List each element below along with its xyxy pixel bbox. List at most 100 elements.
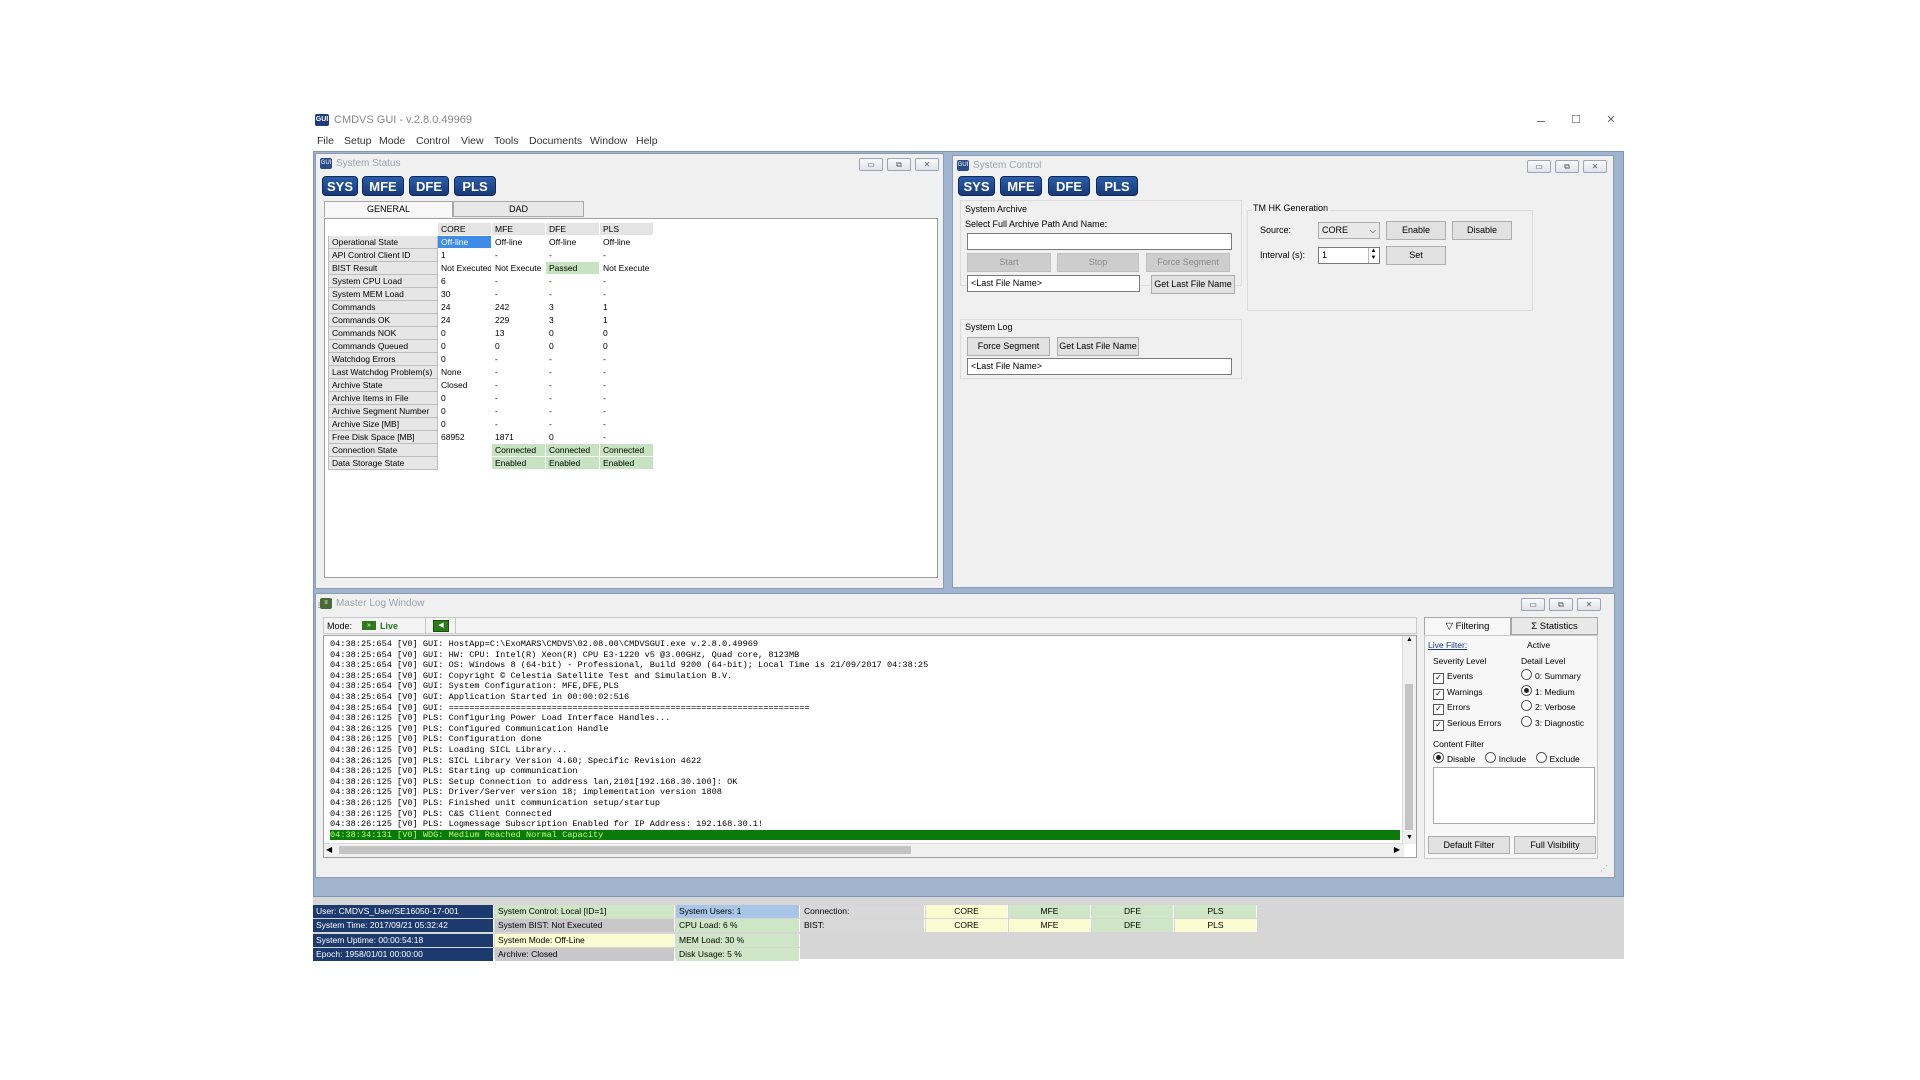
table-cell: -: [599, 391, 654, 405]
mfe-button[interactable]: MFE: [1000, 176, 1042, 196]
log-line[interactable]: 04:38:25:654 [V0] GUI: HW: CPU: Intel(R)…: [330, 650, 1400, 661]
log-vertical-scrollbar[interactable]: ▲ ▼: [1402, 636, 1416, 844]
spin-arrows-icon[interactable]: ▲ ▼: [1368, 248, 1378, 263]
menu-window[interactable]: Window: [590, 135, 627, 147]
content-exclude-radio[interactable]: Exclude: [1535, 752, 1580, 764]
log-line[interactable]: 04:38:26:125 [V0] PLS: Finished unit com…: [330, 798, 1400, 809]
content-disable-radio[interactable]: Disable: [1433, 752, 1475, 764]
menu-file[interactable]: File: [317, 135, 334, 147]
log-line[interactable]: 04:38:25:654 [V0] GUI: Copyright © Celes…: [330, 671, 1400, 682]
dfe-button[interactable]: DFE: [409, 176, 449, 196]
table-cell: 3: [545, 300, 600, 314]
child-minimize-button[interactable]: ▭: [1521, 598, 1545, 611]
child-close-button[interactable]: ✕: [1583, 160, 1607, 173]
log-line[interactable]: 04:38:26:125 [V0] PLS: Setup Connection …: [330, 777, 1400, 788]
tab-filtering[interactable]: ▽ Filtering: [1424, 617, 1511, 635]
full-visibility-button[interactable]: Full Visibility: [1514, 836, 1596, 854]
h-scroll-thumb[interactable]: [339, 846, 911, 854]
tm-set-button[interactable]: Set: [1386, 246, 1446, 265]
pls-button[interactable]: PLS: [454, 176, 496, 196]
default-filter-button[interactable]: Default Filter: [1428, 836, 1510, 854]
severity-events-checkbox[interactable]: ✓ Events: [1433, 669, 1501, 685]
archive-path-input[interactable]: [967, 233, 1232, 250]
menu-control[interactable]: Control: [416, 135, 450, 147]
log-line[interactable]: 04:38:26:125 [V0] PLS: Configuration don…: [330, 734, 1400, 745]
log-line[interactable]: 04:38:34:131 [V0] WDG: Medium Reached No…: [330, 829, 1400, 841]
log-force-segment-button[interactable]: Force Segment: [967, 337, 1050, 356]
detail-summary-radio[interactable]: 0: Summary: [1521, 669, 1584, 685]
minimize-button[interactable]: –: [1526, 111, 1556, 129]
content-include-radio[interactable]: Include: [1484, 752, 1526, 764]
grip-icon[interactable]: ⋮: [316, 602, 322, 612]
archive-stop-button[interactable]: Stop: [1057, 253, 1139, 272]
log-horizontal-scrollbar[interactable]: ◀ ▶: [324, 843, 1404, 857]
menu-documents[interactable]: Documents: [529, 135, 582, 147]
log-line[interactable]: 04:38:26:125 [V0] PLS: Loading SICL Libr…: [330, 745, 1400, 756]
content-filter-textbox[interactable]: [1433, 767, 1595, 824]
log-last-file-field[interactable]: <Last File Name>: [967, 358, 1232, 375]
speaker-icon[interactable]: ◀: [433, 620, 449, 632]
tm-enable-button[interactable]: Enable: [1386, 221, 1446, 240]
archive-start-button[interactable]: Start: [967, 253, 1051, 272]
archive-get-last-file-button[interactable]: Get Last File Name: [1151, 275, 1235, 294]
log-line[interactable]: 04:38:26:125 [V0] PLS: SICL Library Vers…: [330, 756, 1400, 767]
log-line[interactable]: 04:38:25:654 [V0] GUI: Application Start…: [330, 692, 1400, 703]
child-close-button[interactable]: ✕: [915, 158, 939, 171]
resize-grip-icon[interactable]: ⋰: [1600, 864, 1608, 873]
child-minimize-button[interactable]: ▭: [1527, 160, 1551, 173]
child-close-button[interactable]: ✕: [1577, 598, 1601, 611]
tab-dad[interactable]: DAD: [453, 201, 584, 217]
system-control-titlebar[interactable]: GUI System Control ▭ ⧉ ✕: [955, 158, 1611, 174]
child-minimize-button[interactable]: ▭: [859, 158, 883, 171]
tab-statistics[interactable]: Σ Statistics: [1511, 617, 1598, 635]
sys-button[interactable]: SYS: [322, 176, 358, 196]
log-get-last-file-button[interactable]: Get Last File Name: [1057, 337, 1139, 356]
tm-disable-button[interactable]: Disable: [1452, 221, 1512, 240]
log-line[interactable]: 04:38:25:654 [V0] GUI: =================…: [330, 703, 1400, 714]
scroll-left-icon[interactable]: ◀: [326, 845, 332, 854]
archive-last-file-field[interactable]: <Last File Name>: [967, 275, 1140, 292]
log-line[interactable]: 04:38:25:654 [V0] GUI: System Configurat…: [330, 681, 1400, 692]
dfe-button[interactable]: DFE: [1048, 176, 1090, 196]
sys-button[interactable]: SYS: [958, 176, 995, 196]
log-line[interactable]: 04:38:26:125 [V0] PLS: Configured Commun…: [330, 724, 1400, 735]
menu-help[interactable]: Help: [636, 135, 658, 147]
log-line[interactable]: 04:38:26:125 [V0] PLS: Logmessage Subscr…: [330, 819, 1400, 830]
archive-force-segment-button[interactable]: Force Segment: [1146, 253, 1230, 272]
menu-setup[interactable]: Setup: [344, 135, 371, 147]
scroll-right-icon[interactable]: ▶: [1394, 845, 1400, 854]
log-line[interactable]: 04:38:25:654 [V0] GUI: OS: Windows 8 (64…: [330, 660, 1400, 671]
log-text-area[interactable]: 04:38:25:654 [V0] GUI: HostApp=C:\ExoMAR…: [323, 635, 1417, 858]
interval-spinbox[interactable]: 1 ▲ ▼: [1318, 247, 1380, 264]
child-restore-button[interactable]: ⧉: [887, 158, 911, 171]
log-line[interactable]: 04:38:25:654 [V0] GUI: HostApp=C:\ExoMAR…: [330, 639, 1400, 650]
menu-view[interactable]: View: [461, 135, 484, 147]
log-line[interactable]: 04:38:26:125 [V0] PLS: Starting up commu…: [330, 766, 1400, 777]
detail-verbose-radio[interactable]: 2: Verbose: [1521, 700, 1584, 716]
mode-value: Live: [380, 621, 399, 631]
menu-tools[interactable]: Tools: [494, 135, 519, 147]
severity-errors-checkbox[interactable]: ✓ Errors: [1433, 700, 1501, 716]
mfe-button[interactable]: MFE: [362, 176, 404, 196]
source-select[interactable]: CORE ⌵: [1318, 222, 1380, 239]
log-line[interactable]: 04:38:26:125 [V0] PLS: Configuring Power…: [330, 713, 1400, 724]
pls-button[interactable]: PLS: [1096, 176, 1138, 196]
table-cell: 0: [545, 339, 600, 353]
log-line[interactable]: 04:38:26:125 [V0] PLS: Driver/Server ver…: [330, 787, 1400, 798]
severity-warnings-checkbox[interactable]: ✓ Warnings: [1433, 685, 1501, 701]
child-restore-button[interactable]: ⧉: [1549, 598, 1573, 611]
detail-medium-radio[interactable]: 1: Medium: [1521, 684, 1584, 701]
menu-mode[interactable]: Mode: [379, 135, 405, 147]
child-restore-button[interactable]: ⧉: [1555, 160, 1579, 173]
severity-serious-errors-checkbox[interactable]: ✓ Serious Errors: [1433, 716, 1501, 732]
log-window-titlebar[interactable]: ≡ Master Log Window ▭ ⧉ ✕: [318, 596, 1612, 612]
detail-diagnostic-radio[interactable]: 3: Diagnostic: [1521, 715, 1584, 732]
close-button[interactable]: ✕: [1596, 111, 1626, 129]
tab-general[interactable]: GENERAL: [324, 201, 453, 217]
system-status-titlebar[interactable]: GUI System Status ▭ ⧉ ✕: [318, 156, 941, 172]
scroll-thumb[interactable]: [1405, 684, 1413, 830]
scroll-down-icon[interactable]: ▼: [1403, 834, 1416, 844]
log-line[interactable]: 04:38:26:125 [V0] PLS: C&S Client Connec…: [330, 809, 1400, 820]
maximize-button[interactable]: ☐: [1561, 111, 1591, 129]
scroll-up-icon[interactable]: ▲: [1403, 636, 1416, 646]
